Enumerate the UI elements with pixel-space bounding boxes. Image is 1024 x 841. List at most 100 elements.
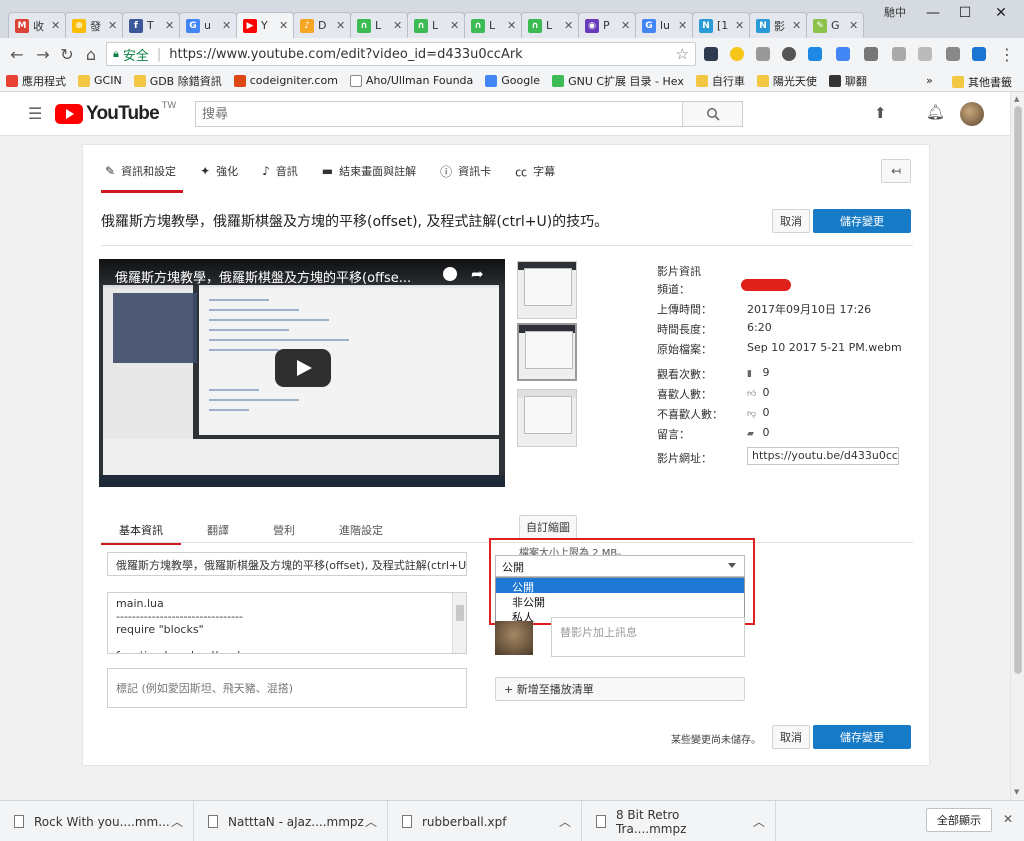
upload-icon[interactable]: ⬆	[874, 104, 887, 122]
bookmark-item[interactable]: Aho/Ullman Founda	[344, 74, 479, 87]
close-tab-icon[interactable]: ✕	[564, 19, 573, 32]
share-icon[interactable]: ➦	[471, 265, 484, 283]
description-textarea[interactable]: main.lua --------------------------------…	[107, 592, 467, 654]
browser-tab[interactable]: Gu ✕	[179, 12, 237, 38]
hamburger-menu-icon[interactable]: ☰	[28, 104, 42, 123]
forward-arrow-icon[interactable]: →	[32, 43, 54, 65]
show-all-downloads-button[interactable]: 全部顯示	[926, 808, 992, 832]
close-tab-icon[interactable]: ✕	[792, 19, 801, 32]
close-tab-icon[interactable]: ✕	[165, 19, 174, 32]
url-text[interactable]: https://www.youtube.com/edit?video_id=d4…	[169, 47, 522, 62]
close-tab-icon[interactable]: ✕	[849, 19, 858, 32]
save-button-bottom[interactable]: 儲存變更	[813, 725, 911, 749]
download-item[interactable]: 8 Bit Retro Tra....mmpz ︿	[582, 801, 776, 841]
close-tab-icon[interactable]: ✕	[621, 19, 630, 32]
tags-input[interactable]: 標記 (例如愛因斯坦、飛天豬、混搭)	[107, 668, 467, 708]
play-button-icon[interactable]	[275, 349, 331, 387]
close-downloads-icon[interactable]: ✕	[1003, 812, 1013, 826]
close-tab-icon[interactable]: ✕	[393, 19, 402, 32]
extension-icon[interactable]	[730, 47, 744, 61]
browser-tab[interactable]: Glu ✕	[635, 12, 693, 38]
sub-tab[interactable]: 基本資訊	[101, 517, 189, 545]
extension-icon[interactable]	[756, 47, 770, 61]
chevron-up-icon[interactable]: ︿	[171, 813, 183, 830]
close-window-button[interactable]: ✕	[986, 2, 1016, 24]
thumbnail-option[interactable]	[517, 389, 577, 447]
browser-tab[interactable]: M 收 ✕	[8, 12, 66, 38]
watch-later-icon[interactable]	[443, 267, 457, 281]
add-to-playlist-button[interactable]: + 新增至播放清單	[495, 677, 745, 701]
bookmark-other-folder[interactable]: 其他書籤	[946, 74, 1018, 90]
translate-icon[interactable]	[836, 47, 850, 61]
extension-icon[interactable]	[782, 47, 796, 61]
extension-icon[interactable]	[918, 47, 932, 61]
menu-dots-icon[interactable]: ⋮	[996, 43, 1018, 65]
sub-tab[interactable]: 營利	[255, 517, 321, 543]
notification-bell-icon[interactable]: 🔔︎	[926, 103, 945, 121]
browser-tab[interactable]: f T ✕	[122, 12, 180, 38]
thumbnail-option-selected[interactable]	[517, 323, 577, 381]
bookmark-item[interactable]: codeigniter.com	[228, 74, 344, 87]
bookmark-star-icon[interactable]: ☆	[676, 45, 689, 63]
close-tab-icon[interactable]: ✕	[735, 19, 744, 32]
bookmark-item[interactable]: 應用程式	[0, 73, 72, 89]
editor-tab[interactable]: ✎ 資訊和設定	[101, 153, 192, 193]
editor-tab[interactable]: ✦ 強化	[196, 153, 254, 189]
custom-thumbnail-button[interactable]: 自訂縮圖	[519, 515, 577, 539]
editor-tab[interactable]: ▬ 結束畫面與註解	[318, 153, 432, 189]
search-button[interactable]	[682, 102, 742, 126]
home-icon[interactable]: ⌂	[80, 43, 102, 65]
browser-tab[interactable]: N [1 ✕	[692, 12, 750, 38]
close-tab-icon[interactable]: ✕	[279, 19, 288, 32]
browser-tab[interactable]: ✎ G ✕	[806, 12, 864, 38]
extension-icon[interactable]	[864, 47, 878, 61]
scroll-up-icon[interactable]: ▲	[1014, 95, 1019, 103]
close-tab-icon[interactable]: ✕	[507, 19, 516, 32]
browser-tab[interactable]: ▶ Y ✕	[236, 12, 294, 38]
save-button[interactable]: 儲存變更	[813, 209, 911, 233]
bookmark-item[interactable]: GDB 除錯資訊	[128, 73, 228, 89]
thumbnail-option[interactable]	[517, 261, 577, 319]
browser-tab[interactable]: ∩ L ✕	[350, 12, 408, 38]
close-tab-icon[interactable]: ✕	[222, 19, 231, 32]
editor-tab[interactable]: ⓘ 資訊卡	[436, 153, 507, 189]
title-input[interactable]: 俄羅斯方塊教學，俄羅斯棋盤及方塊的平移(offset), 及程式註解(ctrl+…	[107, 552, 467, 576]
scroll-down-icon[interactable]: ▼	[1014, 788, 1019, 796]
chevron-up-icon[interactable]: ︿	[365, 813, 377, 830]
close-tab-icon[interactable]: ✕	[336, 19, 345, 32]
bookmark-item[interactable]: 自行車	[690, 73, 751, 89]
extension-icon[interactable]	[946, 47, 960, 61]
bookmark-item[interactable]: 聊翻	[823, 73, 873, 89]
video-player[interactable]: 俄羅斯方塊教學，俄羅斯棋盤及方塊的平移(offse... ➦	[99, 259, 505, 487]
minimize-button[interactable]: —	[918, 2, 948, 24]
bookmark-item[interactable]: GCIN	[72, 74, 128, 87]
download-item[interactable]: NatttaN - aJaz....mmpz ︿	[194, 801, 388, 841]
bookmark-item[interactable]: GNU C扩展 目录 - Hex	[546, 73, 690, 89]
search-input[interactable]	[196, 102, 682, 126]
back-arrow-icon[interactable]: ←	[6, 43, 28, 65]
browser-tab[interactable]: ∩ L ✕	[464, 12, 522, 38]
editor-tab[interactable]: ㏄字幕	[511, 153, 571, 189]
chevron-up-icon[interactable]: ︿	[753, 813, 765, 830]
extension-icon[interactable]	[808, 47, 822, 61]
sub-tab[interactable]: 翻譯	[189, 517, 255, 543]
maximize-button[interactable]: ☐	[950, 2, 980, 24]
address-bar[interactable]: 🔒︎ 安全 | https://www.youtube.com/edit?vid…	[106, 42, 696, 66]
browser-tab[interactable]: ∩ L ✕	[407, 12, 465, 38]
sub-tab[interactable]: 進階設定	[321, 517, 409, 543]
video-url-field[interactable]: https://youtu.be/d433u0ccArk	[747, 447, 899, 465]
download-item[interactable]: Rock With you....mm... ︿	[0, 801, 194, 841]
browser-tab[interactable]: N 影 ✕	[749, 12, 807, 38]
return-button[interactable]: ↤	[881, 159, 911, 183]
bookmark-item[interactable]: Google	[479, 74, 546, 87]
extension-icon[interactable]	[892, 47, 906, 61]
scrollbar-thumb[interactable]	[1014, 106, 1022, 674]
close-tab-icon[interactable]: ✕	[51, 19, 60, 32]
bookmarks-overflow-icon[interactable]: »	[926, 74, 933, 87]
cancel-button-bottom[interactable]: 取消	[772, 725, 810, 749]
youtube-logo[interactable]: YouTube TW	[55, 101, 176, 125]
extension-icon[interactable]	[972, 47, 986, 61]
reload-icon[interactable]: ↻	[56, 43, 78, 65]
browser-tab[interactable]: ⊕ 發 ✕	[65, 12, 123, 38]
close-tab-icon[interactable]: ✕	[678, 19, 687, 32]
